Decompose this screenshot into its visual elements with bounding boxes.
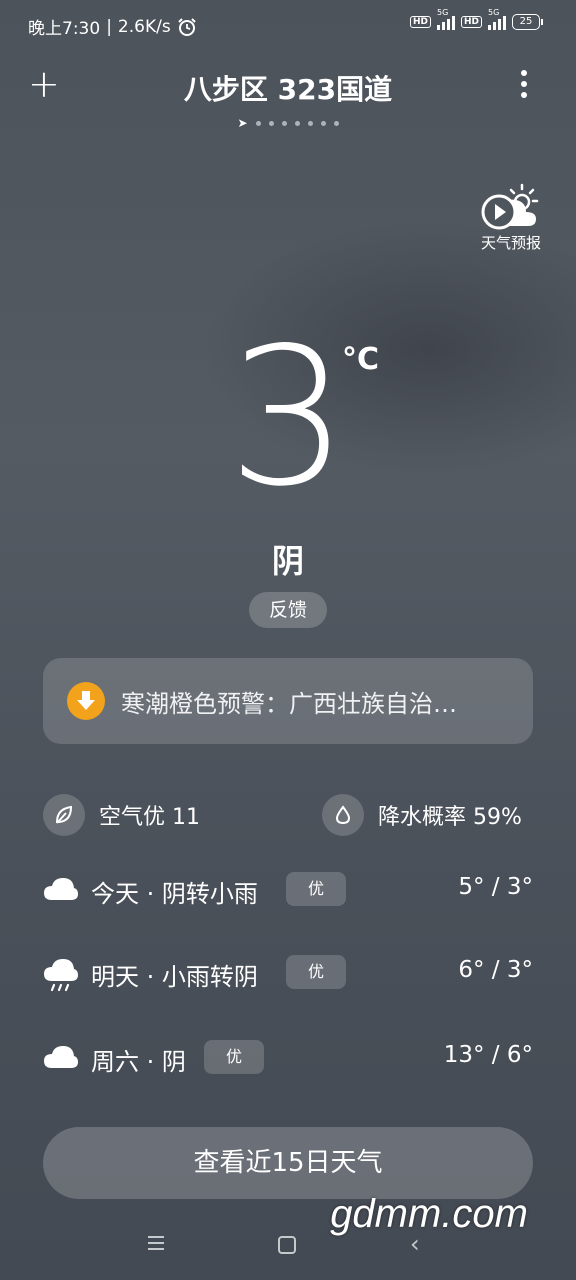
air-quality-text: 空气优 11 — [99, 805, 200, 830]
day-label: 明天 · 小雨转阴 — [91, 963, 258, 991]
day-label: 周六 · 阴 — [91, 1048, 186, 1076]
day-label: 今天 · 阴转小雨 — [91, 880, 258, 908]
status-divider: | — [106, 16, 112, 37]
fifteen-day-forecast-button[interactable]: 查看近15日天气 — [43, 1127, 533, 1199]
leaf-icon — [43, 794, 85, 836]
status-bar: 晚上7:30 | 2.6K/s HD 5G HD 5G 25 — [0, 0, 576, 52]
page-dot — [320, 120, 326, 126]
air-quality-badge: 优 — [286, 872, 346, 906]
system-nav-bar: ‹ — [0, 1228, 576, 1262]
weather-forecast-button[interactable]: 天气预报 — [476, 182, 546, 253]
air-quality-badge: 优 — [204, 1040, 264, 1074]
forecast-label: 天气预报 — [480, 234, 541, 252]
day-temperature: 13° / 6° — [443, 1042, 533, 1068]
air-quality[interactable]: 空气优 11 — [43, 792, 200, 838]
home-button[interactable] — [278, 1236, 296, 1254]
air-quality-badge: 优 — [286, 955, 346, 989]
network-type-1: 5G — [436, 8, 449, 17]
weather-condition: 阴 — [271, 542, 304, 580]
dot-icon — [521, 70, 527, 76]
dot-icon — [521, 81, 527, 87]
page-dot — [268, 120, 274, 126]
day-row-tomorrow[interactable]: 明天 · 小雨转阴 优 6° / 3° — [43, 955, 533, 995]
alert-text: 寒潮橙色预警：广西壮族自治… — [121, 690, 457, 718]
page-dot — [281, 120, 287, 126]
status-time: 晚上7:30 — [28, 19, 101, 39]
more-menu-button[interactable] — [520, 70, 528, 103]
recent-apps-button[interactable] — [148, 1236, 164, 1254]
status-right: HD 5G HD 5G 25 — [409, 8, 543, 30]
water-drop-icon — [322, 794, 364, 836]
signal-icon-1: 5G — [436, 8, 455, 30]
dot-icon — [521, 92, 527, 98]
status-speed: 2.6K/s — [117, 16, 171, 37]
header: + 八步区 323国道 — [0, 60, 576, 110]
cloud-icon — [44, 1046, 78, 1068]
battery-icon: 25 — [512, 14, 543, 30]
cloud-icon — [44, 878, 78, 900]
current-temperature: 3 — [227, 307, 349, 528]
network-type-2: 5G — [488, 8, 500, 17]
location-title: 八步区 323国道 — [183, 73, 393, 106]
page-indicator[interactable]: ➤ — [0, 116, 576, 130]
page-dot — [255, 120, 261, 126]
signal-icon-2: 5G — [488, 8, 506, 30]
day-temperature: 6° / 3° — [458, 957, 533, 983]
rain-probability[interactable]: 降水概率 59% — [322, 792, 522, 838]
back-button[interactable]: ‹ — [410, 1232, 420, 1256]
weather-alert-card[interactable]: 寒潮橙色预警：广西壮族自治… — [43, 658, 533, 744]
rain-cloud-icon — [44, 959, 78, 992]
status-left: 晚上7:30 | 2.6K/s — [28, 14, 197, 39]
alert-down-arrow-icon — [67, 682, 105, 720]
page-dot — [294, 120, 300, 126]
day-row-today[interactable]: 今天 · 阴转小雨 优 5° / 3° — [43, 872, 533, 912]
forecast-play-icon — [481, 183, 539, 230]
alarm-icon — [177, 17, 196, 36]
page-dot — [333, 120, 339, 126]
day-temperature: 5° / 3° — [458, 874, 533, 900]
location-arrow-icon: ➤ — [237, 116, 248, 130]
day-row-saturday[interactable]: 周六 · 阴 优 13° / 6° — [43, 1040, 533, 1080]
feedback-button[interactable]: 反馈 — [249, 592, 327, 628]
hd-badge-2: HD — [460, 16, 482, 28]
temperature-unit: °C — [342, 342, 380, 377]
hd-badge-1: HD — [409, 16, 431, 28]
rain-probability-text: 降水概率 59% — [378, 805, 522, 830]
page-dot — [307, 120, 313, 126]
